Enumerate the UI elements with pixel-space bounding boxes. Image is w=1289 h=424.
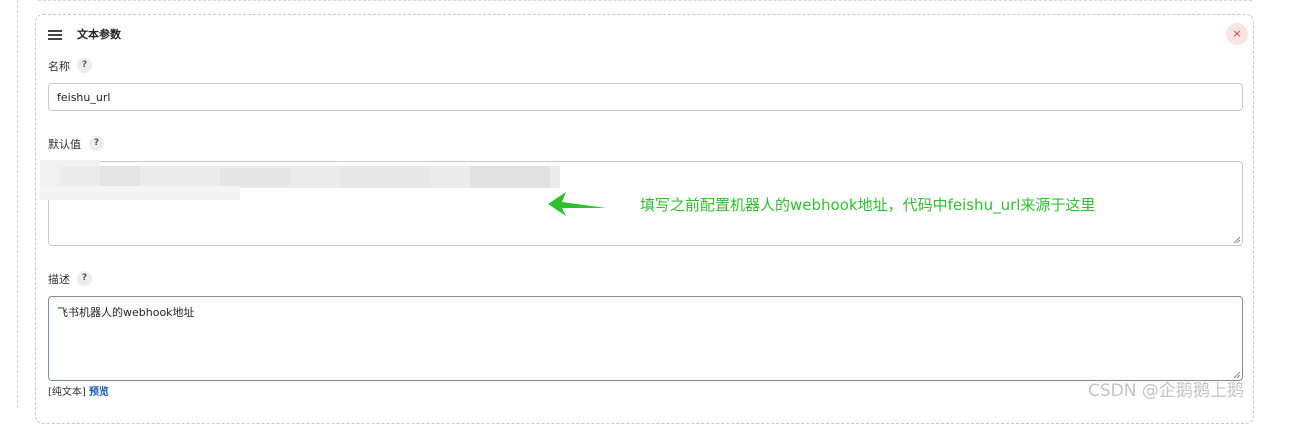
name-input[interactable]	[48, 83, 1243, 111]
close-icon[interactable]: ×	[1226, 23, 1248, 45]
question-icon[interactable]: ?	[77, 58, 92, 73]
resize-grip-icon[interactable]	[1233, 236, 1241, 244]
description-label: 描述	[48, 273, 70, 286]
preview-link[interactable]: 预览	[89, 387, 109, 398]
format-note: [纯文本] 预览	[48, 383, 109, 398]
hamburger-icon[interactable]	[48, 30, 62, 40]
redacted-value-blur	[40, 150, 565, 200]
question-icon[interactable]: ?	[77, 271, 92, 286]
name-label: 名称	[48, 60, 70, 73]
question-icon[interactable]: ?	[89, 136, 104, 151]
card-title: 文本参数	[77, 28, 121, 41]
annotation-text: 填写之前配置机器人的webhook地址，代码中feishu_url来源于这里	[640, 196, 1096, 214]
page-left-divider	[17, 0, 19, 408]
watermark: CSDN @企鹅鹅上鹅	[1088, 381, 1244, 401]
description-textarea[interactable]: 飞书机器人的webhook地址	[48, 296, 1243, 381]
plain-text-label: [纯文本]	[48, 387, 86, 398]
page-top-divider	[38, 0, 1252, 2]
left-arrow-icon	[548, 192, 606, 216]
